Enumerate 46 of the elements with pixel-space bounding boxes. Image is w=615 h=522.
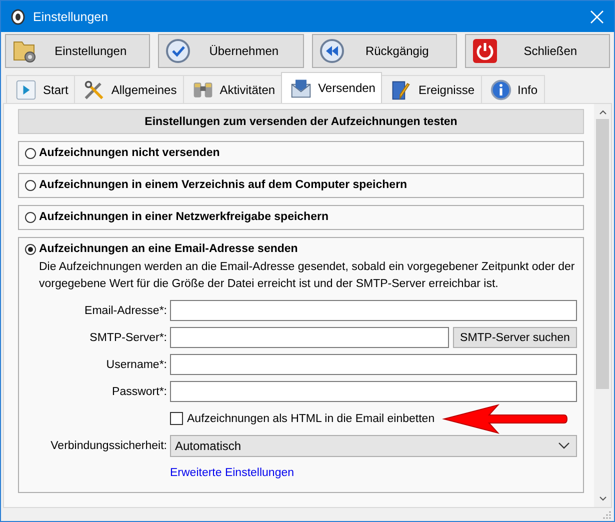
toolbar-button[interactable]: Rückgängig: [312, 34, 457, 68]
rewind-icon: [318, 38, 344, 64]
advanced-settings-link[interactable]: Erweiterte Einstellungen: [170, 466, 294, 478]
tools-icon: [83, 78, 106, 100]
description-text: Die Aufzeichnungen werden an die Email-Adresse gesendet, sobald ein vorgegebener Zeitpunkt oder der vorgegebene Wert für die Größe der Datei erreicht ist und der SMTP-Server erreichbar ist.: [39, 260, 576, 292]
dropdown[interactable]: Automatisch: [170, 434, 577, 456]
window-title: Einstellungen: [33, 10, 110, 24]
field-label: Passwort*:: [111, 386, 167, 398]
field-label: Username*:: [105, 358, 167, 370]
resize-grip-icon: [603, 510, 611, 518]
test-settings-button[interactable]: Einstellungen zum versenden der Aufzeichnungen testen: [18, 109, 584, 134]
field-label: SMTP-Server*:: [88, 332, 167, 344]
envelope-icon: [290, 77, 312, 99]
tab[interactable]: Versenden: [281, 72, 382, 103]
tab[interactable]: Ereignisse: [381, 75, 482, 103]
toolbar-button[interactable]: Einstellungen: [5, 34, 150, 68]
toolbar-button[interactable]: Übernehmen: [158, 34, 304, 68]
app-icon: [11, 8, 25, 24]
toolbar-button[interactable]: Schließen: [464, 34, 610, 68]
search-server-button[interactable]: SMTP-Server suchen: [453, 327, 577, 348]
input-field[interactable]: [170, 354, 577, 375]
arrow-icon: [442, 404, 568, 434]
scrollbar[interactable]: [594, 104, 611, 507]
close-icon[interactable]: [590, 10, 604, 24]
info-icon: [490, 78, 512, 100]
document-pen-icon: [390, 78, 412, 100]
field-label: Verbindungssicherheit:: [50, 440, 167, 452]
radio-button[interactable]: [25, 212, 36, 222]
radio-button[interactable]: [25, 148, 36, 158]
tab[interactable]: Start: [6, 75, 76, 103]
input-field[interactable]: [170, 300, 577, 321]
tab[interactable]: Info: [480, 75, 545, 103]
checkbox-option[interactable]: Aufzeichnungen als HTML in die Email einbetten: [170, 412, 435, 425]
power-icon: [472, 38, 498, 64]
play-icon: [15, 78, 37, 100]
scroll-down-icon[interactable]: [598, 496, 606, 502]
radio-option[interactable]: Aufzeichnungen an eine Email-Adresse senden: [25, 243, 577, 255]
radio-button[interactable]: [25, 180, 36, 190]
field-label: Email-Adresse*:: [84, 304, 167, 316]
checkmark-icon: [165, 38, 192, 64]
scroll-up-icon[interactable]: [598, 109, 606, 115]
input-field[interactable]: [170, 381, 577, 402]
input-field[interactable]: [170, 327, 449, 348]
checkbox[interactable]: [170, 412, 183, 425]
chevron-down-icon: [558, 442, 570, 450]
radio-button[interactable]: [25, 244, 36, 254]
